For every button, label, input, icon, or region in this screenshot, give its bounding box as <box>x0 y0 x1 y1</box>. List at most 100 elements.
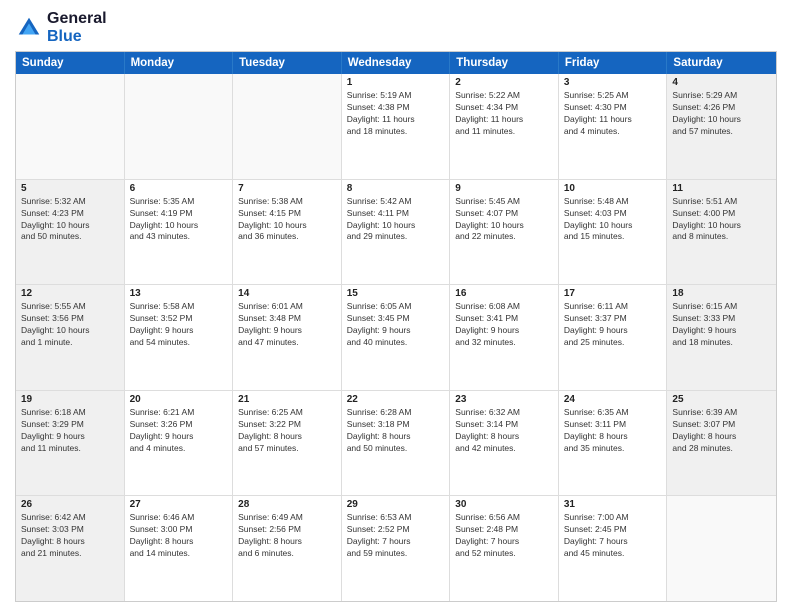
calendar-header: Sunday Monday Tuesday Wednesday Thursday… <box>16 52 776 74</box>
day-info: Sunrise: 6:15 AM Sunset: 3:33 PM Dayligh… <box>672 301 771 349</box>
table-row: 20 Sunrise: 6:21 AM Sunset: 3:26 PM Dayli… <box>125 391 234 496</box>
day-info: Sunrise: 5:29 AM Sunset: 4:26 PM Dayligh… <box>672 90 771 138</box>
day-info: Sunrise: 7:00 AM Sunset: 2:45 PM Dayligh… <box>564 512 662 560</box>
header: General Blue <box>15 10 777 45</box>
day-info: Sunrise: 6:46 AM Sunset: 3:00 PM Dayligh… <box>130 512 228 560</box>
day-info: Sunrise: 6:01 AM Sunset: 3:48 PM Dayligh… <box>238 301 336 349</box>
table-row <box>667 496 776 601</box>
day-number: 13 <box>130 288 228 299</box>
day-number: 19 <box>21 394 119 405</box>
day-info: Sunrise: 6:25 AM Sunset: 3:22 PM Dayligh… <box>238 407 336 455</box>
header-saturday: Saturday <box>667 52 776 74</box>
day-number: 21 <box>238 394 336 405</box>
table-row: 10 Sunrise: 5:48 AM Sunset: 4:03 PM Dayli… <box>559 180 668 285</box>
table-row <box>125 74 234 179</box>
table-row: 7 Sunrise: 5:38 AM Sunset: 4:15 PM Daylig… <box>233 180 342 285</box>
table-row: 28 Sunrise: 6:49 AM Sunset: 2:56 PM Dayli… <box>233 496 342 601</box>
week-row-3: 12 Sunrise: 5:55 AM Sunset: 3:56 PM Dayli… <box>16 285 776 391</box>
day-number: 18 <box>672 288 771 299</box>
day-number: 28 <box>238 499 336 510</box>
table-row: 24 Sunrise: 6:35 AM Sunset: 3:11 PM Dayli… <box>559 391 668 496</box>
week-row-4: 19Sunrise: 6:18 AM Sunset: 3:29 PM Dayli… <box>16 391 776 497</box>
day-number: 2 <box>455 77 553 88</box>
table-row: 26Sunrise: 6:42 AM Sunset: 3:03 PM Dayli… <box>16 496 125 601</box>
calendar: Sunday Monday Tuesday Wednesday Thursday… <box>15 51 777 602</box>
day-number: 30 <box>455 499 553 510</box>
day-number: 23 <box>455 394 553 405</box>
header-sunday: Sunday <box>16 52 125 74</box>
day-info: Sunrise: 5:42 AM Sunset: 4:11 PM Dayligh… <box>347 196 445 244</box>
header-friday: Friday <box>559 52 668 74</box>
table-row: 11 Sunrise: 5:51 AM Sunset: 4:00 PM Dayli… <box>667 180 776 285</box>
logo-icon <box>15 14 43 42</box>
day-info: Sunrise: 5:51 AM Sunset: 4:00 PM Dayligh… <box>672 196 771 244</box>
day-number: 31 <box>564 499 662 510</box>
table-row: 1 Sunrise: 5:19 AM Sunset: 4:38 PM Daylig… <box>342 74 451 179</box>
day-info: Sunrise: 6:39 AM Sunset: 3:07 PM Dayligh… <box>672 407 771 455</box>
day-info: Sunrise: 6:49 AM Sunset: 2:56 PM Dayligh… <box>238 512 336 560</box>
week-row-2: 5Sunrise: 5:32 AM Sunset: 4:23 PM Daylig… <box>16 180 776 286</box>
day-number: 15 <box>347 288 445 299</box>
table-row: 16 Sunrise: 6:08 AM Sunset: 3:41 PM Dayli… <box>450 285 559 390</box>
day-info: Sunrise: 6:35 AM Sunset: 3:11 PM Dayligh… <box>564 407 662 455</box>
day-info: Sunrise: 5:55 AM Sunset: 3:56 PM Dayligh… <box>21 301 119 349</box>
day-number: 7 <box>238 183 336 194</box>
day-number: 11 <box>672 183 771 194</box>
day-number: 10 <box>564 183 662 194</box>
table-row: 27 Sunrise: 6:46 AM Sunset: 3:00 PM Dayli… <box>125 496 234 601</box>
day-info: Sunrise: 6:21 AM Sunset: 3:26 PM Dayligh… <box>130 407 228 455</box>
table-row: 9Sunrise: 5:45 AM Sunset: 4:07 PM Daylig… <box>450 180 559 285</box>
day-number: 25 <box>672 394 771 405</box>
logo-text: General Blue <box>47 10 107 45</box>
day-info: Sunrise: 5:22 AM Sunset: 4:34 PM Dayligh… <box>455 90 553 138</box>
day-number: 4 <box>672 77 771 88</box>
day-number: 29 <box>347 499 445 510</box>
page: General Blue Sunday Monday Tuesday Wedne… <box>0 0 792 612</box>
day-info: Sunrise: 5:25 AM Sunset: 4:30 PM Dayligh… <box>564 90 662 138</box>
day-info: Sunrise: 5:58 AM Sunset: 3:52 PM Dayligh… <box>130 301 228 349</box>
table-row: 18 Sunrise: 6:15 AM Sunset: 3:33 PM Dayli… <box>667 285 776 390</box>
day-info: Sunrise: 5:32 AM Sunset: 4:23 PM Dayligh… <box>21 196 119 244</box>
day-number: 9 <box>455 183 553 194</box>
day-number: 14 <box>238 288 336 299</box>
day-number: 1 <box>347 77 445 88</box>
table-row: 5Sunrise: 5:32 AM Sunset: 4:23 PM Daylig… <box>16 180 125 285</box>
header-thursday: Thursday <box>450 52 559 74</box>
header-tuesday: Tuesday <box>233 52 342 74</box>
day-info: Sunrise: 5:35 AM Sunset: 4:19 PM Dayligh… <box>130 196 228 244</box>
table-row: 17Sunrise: 6:11 AM Sunset: 3:37 PM Dayli… <box>559 285 668 390</box>
table-row: 22 Sunrise: 6:28 AM Sunset: 3:18 PM Dayli… <box>342 391 451 496</box>
day-number: 24 <box>564 394 662 405</box>
day-number: 6 <box>130 183 228 194</box>
day-number: 12 <box>21 288 119 299</box>
table-row: 30Sunrise: 6:56 AM Sunset: 2:48 PM Dayli… <box>450 496 559 601</box>
day-number: 27 <box>130 499 228 510</box>
day-info: Sunrise: 5:48 AM Sunset: 4:03 PM Dayligh… <box>564 196 662 244</box>
calendar-body: 1 Sunrise: 5:19 AM Sunset: 4:38 PM Daylig… <box>16 74 776 601</box>
day-number: 17 <box>564 288 662 299</box>
table-row: 6 Sunrise: 5:35 AM Sunset: 4:19 PM Daylig… <box>125 180 234 285</box>
day-info: Sunrise: 6:08 AM Sunset: 3:41 PM Dayligh… <box>455 301 553 349</box>
table-row: 2 Sunrise: 5:22 AM Sunset: 4:34 PM Daylig… <box>450 74 559 179</box>
table-row: 23 Sunrise: 6:32 AM Sunset: 3:14 PM Dayli… <box>450 391 559 496</box>
day-info: Sunrise: 6:32 AM Sunset: 3:14 PM Dayligh… <box>455 407 553 455</box>
day-info: Sunrise: 6:05 AM Sunset: 3:45 PM Dayligh… <box>347 301 445 349</box>
day-number: 3 <box>564 77 662 88</box>
day-info: Sunrise: 6:42 AM Sunset: 3:03 PM Dayligh… <box>21 512 119 560</box>
day-number: 16 <box>455 288 553 299</box>
logo: General Blue <box>15 10 107 45</box>
table-row: 21 Sunrise: 6:25 AM Sunset: 3:22 PM Dayli… <box>233 391 342 496</box>
day-info: Sunrise: 6:28 AM Sunset: 3:18 PM Dayligh… <box>347 407 445 455</box>
day-number: 20 <box>130 394 228 405</box>
day-info: Sunrise: 5:38 AM Sunset: 4:15 PM Dayligh… <box>238 196 336 244</box>
week-row-5: 26Sunrise: 6:42 AM Sunset: 3:03 PM Dayli… <box>16 496 776 601</box>
week-row-1: 1 Sunrise: 5:19 AM Sunset: 4:38 PM Daylig… <box>16 74 776 180</box>
day-info: Sunrise: 6:53 AM Sunset: 2:52 PM Dayligh… <box>347 512 445 560</box>
table-row: 4 Sunrise: 5:29 AM Sunset: 4:26 PM Daylig… <box>667 74 776 179</box>
table-row: 3 Sunrise: 5:25 AM Sunset: 4:30 PM Daylig… <box>559 74 668 179</box>
table-row: 12 Sunrise: 5:55 AM Sunset: 3:56 PM Dayli… <box>16 285 125 390</box>
table-row: 31 Sunrise: 7:00 AM Sunset: 2:45 PM Dayli… <box>559 496 668 601</box>
table-row: 8Sunrise: 5:42 AM Sunset: 4:11 PM Daylig… <box>342 180 451 285</box>
day-info: Sunrise: 5:19 AM Sunset: 4:38 PM Dayligh… <box>347 90 445 138</box>
day-number: 22 <box>347 394 445 405</box>
